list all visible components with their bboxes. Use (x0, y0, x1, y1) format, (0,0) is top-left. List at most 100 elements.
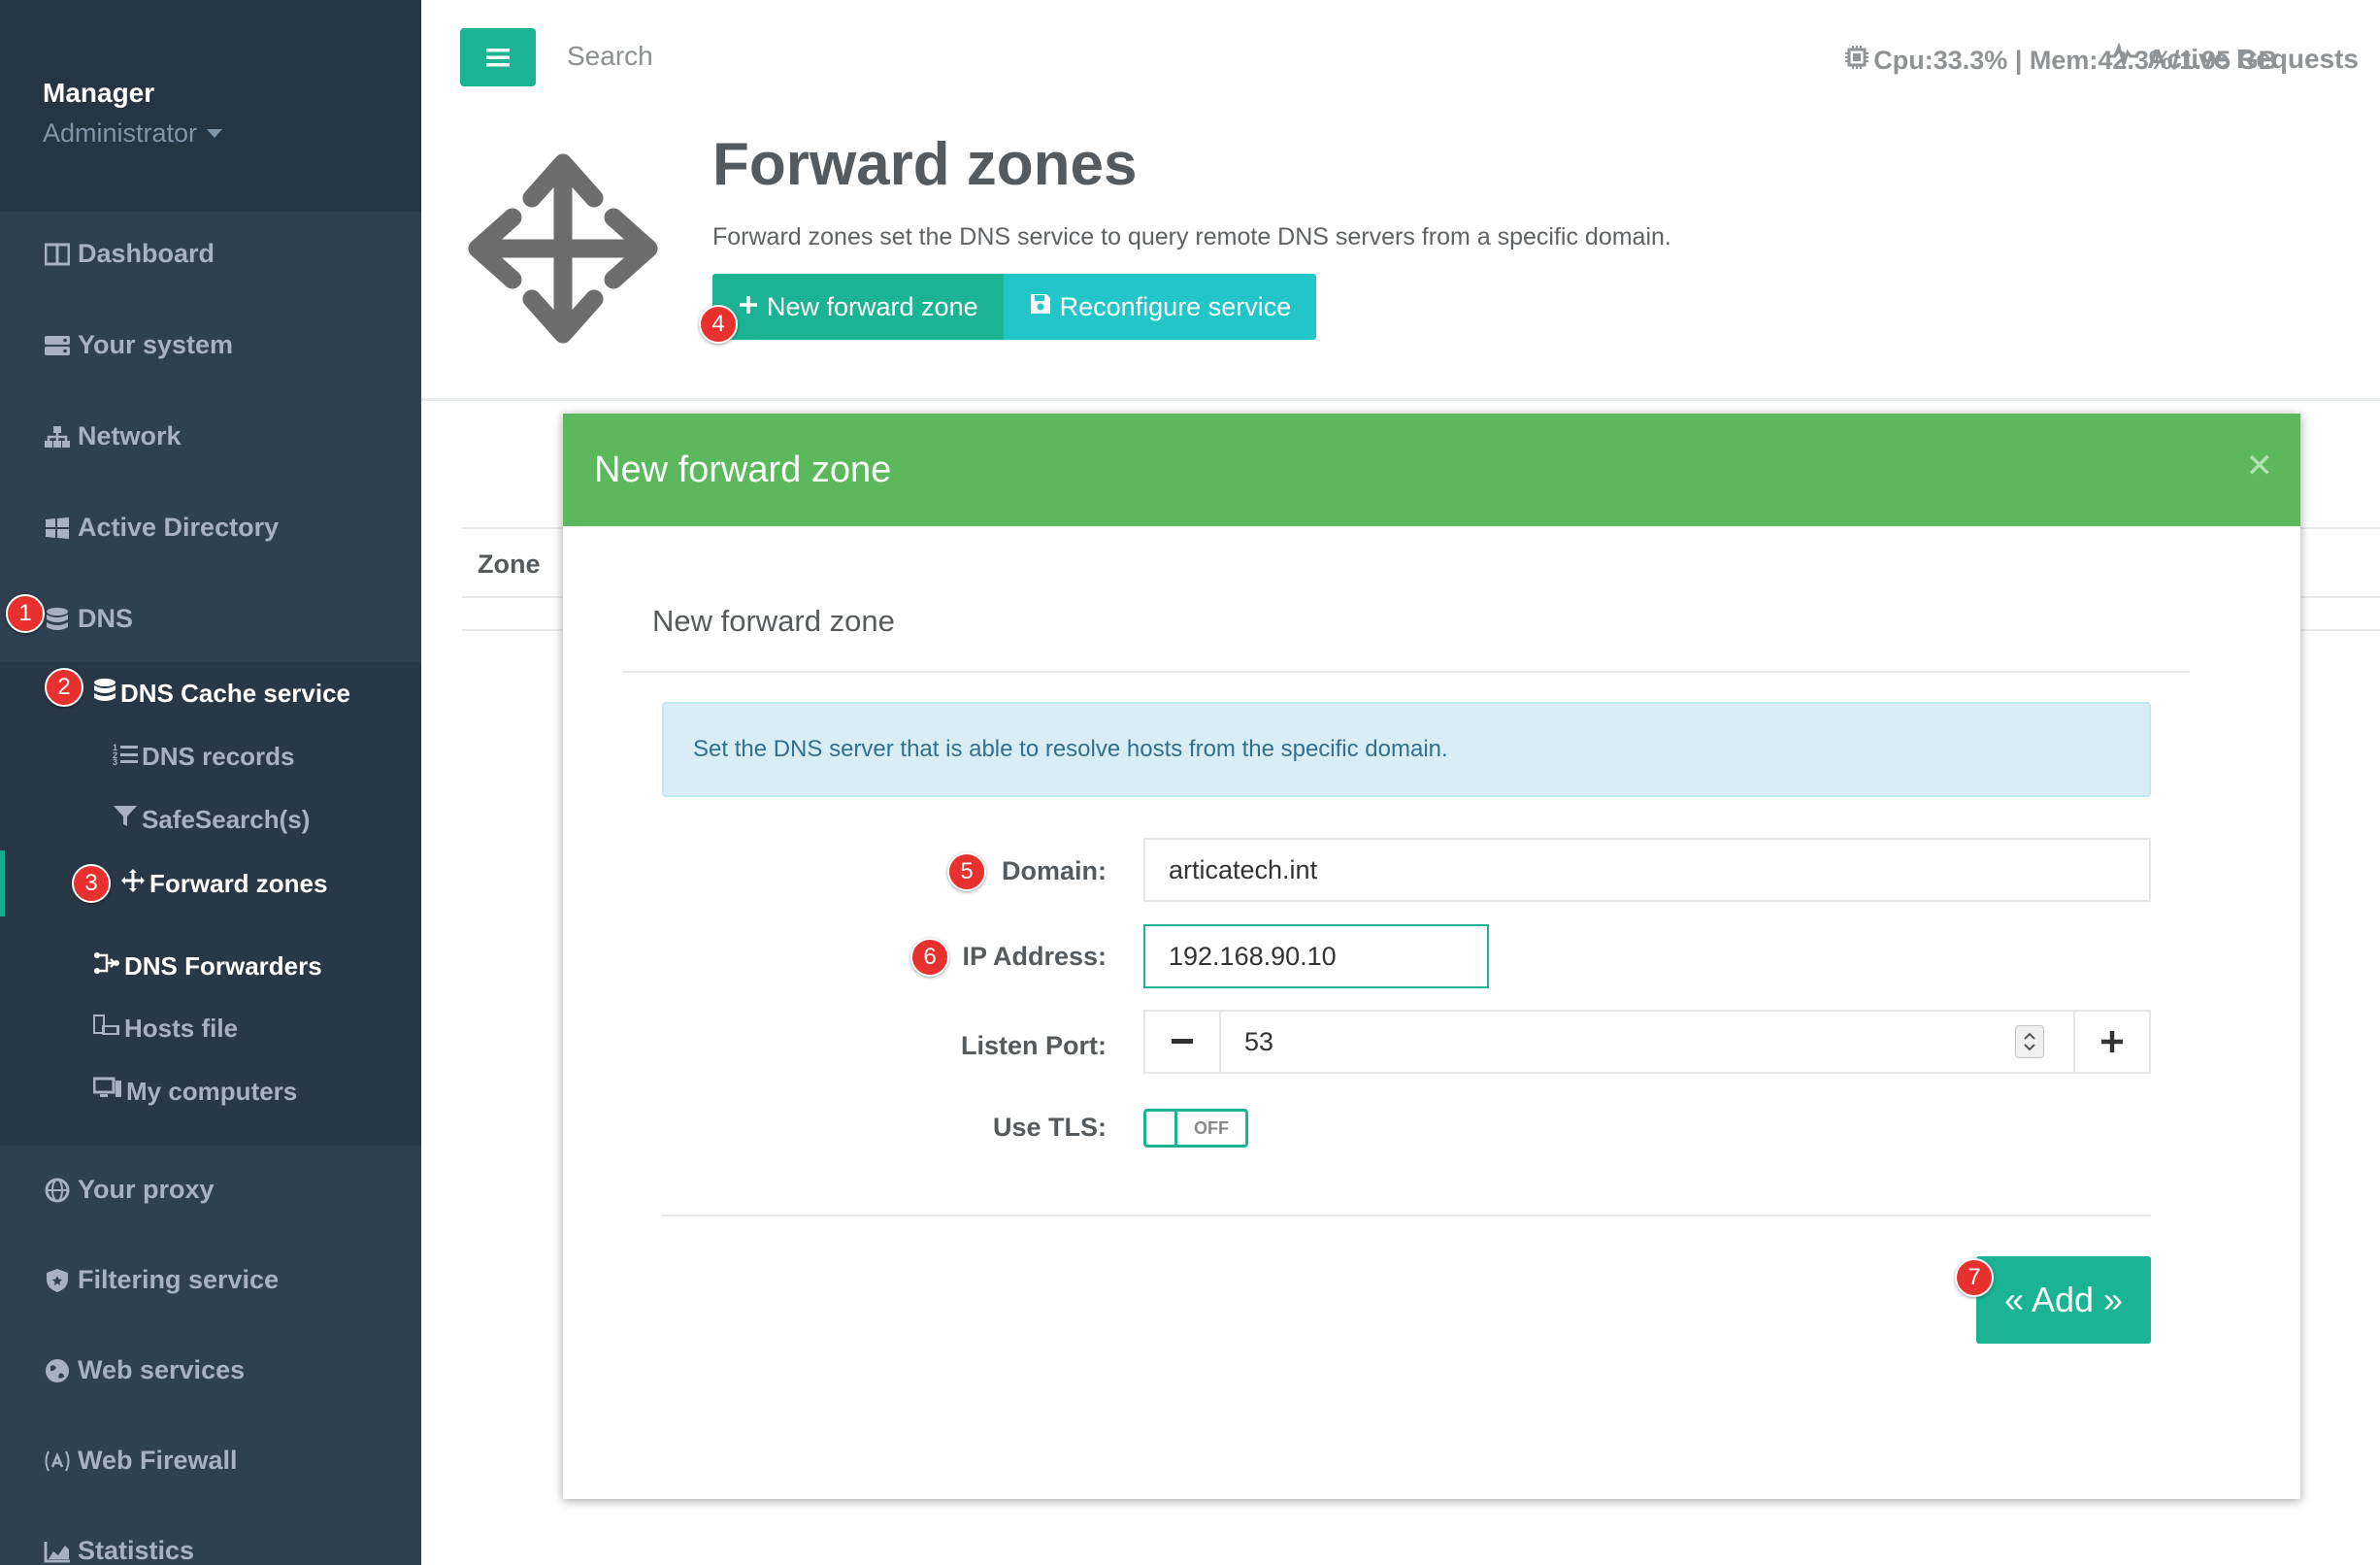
globe-icon (43, 1356, 72, 1385)
submenu-item-label: My computers (126, 1077, 298, 1106)
submenu-item-label: Forward zones (149, 869, 328, 898)
listen-port-field[interactable]: 53 (1219, 1012, 2075, 1072)
sidebar-item-filtering-service[interactable]: Filtering service (0, 1265, 421, 1295)
plus-icon (2101, 1031, 2123, 1052)
cpu-icon (1844, 45, 1869, 77)
submenu-item-label: Hosts file (124, 1014, 239, 1043)
page-description: Forward zones set the DNS service to que… (712, 223, 1671, 250)
sidebar-item-active-directory[interactable]: Active Directory (0, 513, 421, 543)
database-icon (43, 605, 72, 634)
section-title: New forward zone (652, 604, 895, 638)
use-tls-label: Use TLS: (992, 1113, 1107, 1142)
minus-icon (1172, 1039, 1193, 1044)
forwarders-icon (93, 951, 120, 982)
reconfigure-service-button[interactable]: Reconfigure service (1003, 274, 1317, 340)
user-role: Administrator (43, 118, 198, 148)
reconfigure-service-label: Reconfigure service (1059, 291, 1292, 321)
sidebar-item-your-proxy[interactable]: Your proxy (0, 1175, 421, 1205)
sidebar-item-statistics[interactable]: Statistics (0, 1536, 421, 1565)
firewall-icon (43, 1447, 72, 1476)
sidebar-item-dns[interactable]: DNS (0, 604, 421, 634)
sidebar-item-label: Your system (78, 330, 234, 359)
annotation-badge: 2 (45, 668, 83, 707)
sidebar-item-web-firewall[interactable]: Web Firewall (0, 1446, 421, 1476)
computers-icon (92, 1077, 122, 1107)
submenu-item-dns-forwarders[interactable]: DNS Forwarders (93, 951, 322, 982)
sidebar-item-label: Web services (78, 1355, 246, 1384)
spinner-icon[interactable] (2015, 1025, 2044, 1058)
sidebar-item-label: Your proxy (78, 1175, 215, 1204)
new-forward-zone-label: New forward zone (767, 291, 978, 321)
hamburger-icon (486, 49, 510, 67)
header-button-group: New forward zone Reconfigure service (712, 274, 1317, 340)
submenu-item-label: SafeSearch(s) (142, 805, 311, 834)
sidebar-item-label: Web Firewall (78, 1446, 238, 1475)
user-name: Manager (43, 78, 155, 108)
domain-label: Domain: (1002, 856, 1107, 885)
globe-icon (43, 1176, 72, 1205)
submenu-item-label: DNS Cache service (120, 679, 351, 708)
submenu-item-dns-records[interactable]: 123 DNS records (113, 742, 295, 772)
footer-divider (662, 1215, 2151, 1216)
sidebar-item-label: Active Directory (78, 513, 280, 542)
chart-icon (43, 1537, 72, 1565)
move-icon (120, 868, 146, 900)
annotation-badge: 5 (947, 852, 986, 891)
listen-port-label: Listen Port: (960, 1031, 1107, 1060)
pulse-icon (2106, 42, 2139, 75)
new-forward-zone-button[interactable]: New forward zone (712, 274, 1004, 340)
sidebar: Manager Administrator Dashboard Your sys… (0, 0, 421, 1565)
toggle-state: OFF (1194, 1117, 1229, 1138)
svg-text:3: 3 (113, 757, 117, 765)
sidebar-item-label: Dashboard (78, 239, 215, 268)
sidebar-item-web-services[interactable]: Web services (0, 1355, 421, 1385)
sidebar-item-label: Filtering service (78, 1265, 280, 1294)
annotation-badge: 7 (1955, 1258, 1994, 1297)
user-profile: Manager Administrator (0, 0, 421, 212)
menu-toggle-button[interactable] (460, 28, 536, 86)
submenu-item-label: DNS records (142, 742, 295, 771)
save-icon (1029, 292, 1052, 322)
decrement-button[interactable] (1145, 1012, 1219, 1072)
toggle-knob (1146, 1112, 1177, 1145)
search-input[interactable] (567, 41, 955, 72)
close-icon[interactable]: ✕ (2246, 447, 2274, 485)
increment-button[interactable] (2075, 1012, 2149, 1072)
server-icon (43, 331, 72, 360)
header-divider (421, 398, 2380, 401)
modal-title: New forward zone (594, 449, 892, 490)
dns-submenu: DNS Cache service 123 DNS records SafeSe… (0, 662, 421, 1146)
sidebar-item-label: DNS (78, 604, 134, 633)
windows-icon (43, 514, 72, 543)
table-header-zone: Zone (478, 549, 541, 579)
sidebar-item-label: Network (78, 421, 182, 450)
user-role-dropdown[interactable]: Administrator (43, 118, 421, 149)
filter-icon (113, 805, 138, 835)
add-button[interactable]: « Add » (1976, 1256, 2151, 1344)
shield-icon (43, 1266, 72, 1295)
modal-header: New forward zone ✕ (563, 414, 2300, 526)
ip-address-field[interactable] (1143, 924, 1489, 988)
sidebar-item-dashboard[interactable]: Dashboard (0, 239, 421, 269)
submenu-item-safesearch[interactable]: SafeSearch(s) (113, 805, 310, 835)
section-divider (623, 671, 2190, 673)
annotation-badge: 4 (699, 305, 738, 344)
domain-field[interactable] (1143, 838, 2151, 902)
new-forward-zone-modal: New forward zone ✕ New forward zone Set … (563, 414, 2300, 1499)
listen-port-stepper: 53 (1143, 1010, 2151, 1074)
move-icon (458, 144, 668, 353)
use-tls-toggle[interactable]: OFF (1143, 1109, 1248, 1148)
hosts-icon (93, 1014, 120, 1044)
sidebar-item-your-system[interactable]: Your system (0, 330, 421, 360)
submenu-item-forward-zones[interactable]: Forward zones (120, 868, 327, 900)
dashboard-icon (43, 240, 72, 269)
submenu-item-label: DNS Forwarders (124, 951, 322, 981)
submenu-item-my-computers[interactable]: My computers (92, 1077, 298, 1107)
active-requests-link[interactable]: Active Requests (2106, 42, 2359, 75)
sidebar-item-network[interactable]: Network (0, 421, 421, 451)
plus-icon (738, 292, 759, 322)
submenu-item-dns-cache-service[interactable]: DNS Cache service (93, 678, 350, 710)
annotation-badge: 6 (910, 938, 949, 977)
submenu-item-hosts-file[interactable]: Hosts file (93, 1014, 238, 1044)
info-alert: Set the DNS server that is able to resol… (662, 702, 2151, 797)
